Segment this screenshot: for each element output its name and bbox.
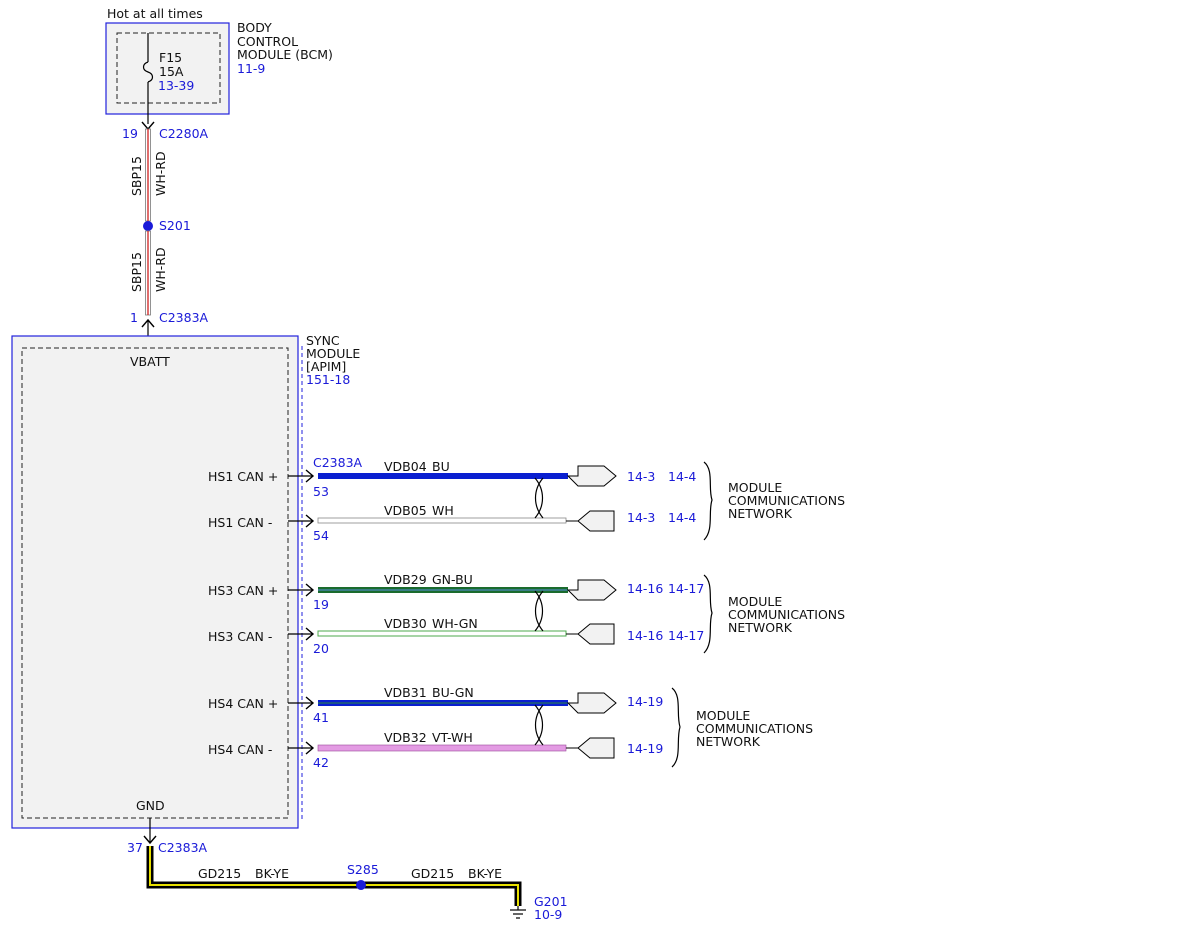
wire-lower-color: WH-RD: [153, 247, 168, 292]
c2383a-top-connector-label: C2383A: [159, 310, 209, 325]
hs3-plus-pin: 19: [313, 597, 329, 612]
hs4-plus-arrow-out: [566, 692, 617, 714]
ground-right-color: BK-YE: [468, 866, 502, 881]
hs1-plus-ref-2: 14-4: [668, 469, 696, 484]
bcm-name-line-3: MODULE (BCM): [237, 47, 333, 62]
fuse-rating: 15A: [159, 64, 184, 79]
c2280a-connector-label: C2280A: [159, 126, 209, 141]
splice-s201-label: S201: [159, 218, 191, 233]
hs1-minus-arrow-in: [566, 510, 615, 532]
splice-s285-dot: [356, 880, 366, 890]
hs1-plus-circuit: VDB04: [384, 459, 427, 474]
bcm-name-line-1: BODY: [237, 20, 272, 35]
hs4-minus-ref-1: 14-19: [627, 741, 663, 756]
hs1-plus-pin: 53: [313, 484, 329, 499]
wire-sbp15-upper: [145, 128, 151, 222]
bcm-ref: 11-9: [237, 61, 265, 76]
hs1-plus-arrow-out: [566, 465, 617, 487]
can-connector-label: C2383A: [313, 455, 363, 470]
c2280a-pin: 19: [122, 126, 138, 141]
hs1-minus-color: WH: [432, 503, 454, 518]
hs3-plus-arrow-out: [566, 579, 617, 601]
splice-s285-label: S285: [347, 862, 379, 877]
wiring-diagram: Hot at all times BODY CONTROL MODULE (BC…: [11, 6, 845, 922]
hs3-minus-color: WH-GN: [432, 616, 478, 631]
hs1-network-brace: [703, 461, 713, 541]
hs3-minus-pin: 20: [313, 641, 329, 656]
can-pair-hs4: HS4 CAN + 41 VDB31 BU-GN 14-19 HS4 CAN -…: [208, 685, 813, 770]
ground-right-circuit: GD215: [411, 866, 454, 881]
hs3-plus-ref-1: 14-16: [627, 581, 663, 596]
ground-pin: 37: [127, 840, 143, 855]
hs3-plus-color: GN-BU: [432, 572, 473, 587]
hs4-minus-circuit: VDB32: [384, 730, 427, 745]
hs3-can-plus-label: HS3 CAN +: [208, 583, 278, 598]
hs3-plus-circuit: VDB29: [384, 572, 427, 587]
fuse-ref: 13-39: [158, 78, 194, 93]
ground-symbol-icon: [510, 906, 526, 919]
hs4-network-line-3: NETWORK: [696, 734, 761, 749]
hs3-plus-ref-2: 14-17: [668, 581, 704, 596]
ground-left-circuit: GD215: [198, 866, 241, 881]
hs4-can-plus-label: HS4 CAN +: [208, 696, 278, 711]
hs4-plus-color: BU-GN: [432, 685, 474, 700]
hs3-minus-circuit: VDB30: [384, 616, 427, 631]
sync-ref: 151-18: [306, 372, 350, 387]
splice-s201-dot: [143, 221, 153, 231]
hs1-can-plus-label: HS1 CAN +: [208, 469, 278, 484]
wire-lower-circuit: SBP15: [129, 252, 144, 292]
ground-ref: 10-9: [534, 907, 562, 922]
wire-sbp15-lower: [145, 230, 151, 316]
wire-upper-circuit: SBP15: [129, 156, 144, 196]
hs1-network-line-3: NETWORK: [728, 506, 793, 521]
hs3-can-minus-label: HS3 CAN -: [208, 629, 272, 644]
hs3-minus-ref-2: 14-17: [668, 628, 704, 643]
hs4-minus-pin: 42: [313, 755, 329, 770]
hs4-network-brace: [671, 687, 681, 768]
hs1-minus-pin: 54: [313, 528, 329, 543]
hs1-plus-color: BU: [432, 459, 450, 474]
ground-connector-label: C2383A: [158, 840, 208, 855]
wire-vdb30: [317, 630, 567, 637]
hs1-twisted-pair-icon: [534, 477, 544, 519]
wire-vdb32: [317, 744, 567, 752]
hs1-can-minus-label: HS1 CAN -: [208, 515, 272, 530]
can-pair-hs3: HS3 CAN + 19 VDB29 GN-BU 14-16 14-17 HS3…: [208, 572, 845, 656]
hs1-minus-circuit: VDB05: [384, 503, 427, 518]
hs4-can-minus-label: HS4 CAN -: [208, 742, 272, 757]
hs3-minus-ref-1: 14-16: [627, 628, 663, 643]
hs1-minus-ref-2: 14-4: [668, 510, 696, 525]
hs3-network-line-3: NETWORK: [728, 620, 793, 635]
hs3-twisted-pair-icon: [534, 590, 544, 632]
wire-vdb05: [317, 517, 567, 524]
can-pair-hs1: HS1 CAN + 53 VDB04 BU 14-3 14-4 HS1 CAN …: [208, 459, 845, 543]
hs4-plus-ref-1: 14-19: [627, 694, 663, 709]
hs3-network-brace: [703, 574, 713, 654]
hs4-minus-color: VT-WH: [432, 730, 473, 745]
c2383a-top-pin: 1: [130, 310, 138, 325]
ground-left-color: BK-YE: [255, 866, 289, 881]
hot-at-all-times-label: Hot at all times: [107, 6, 203, 21]
hs1-plus-ref-1: 14-3: [627, 469, 655, 484]
vbatt-label: VBATT: [130, 354, 170, 369]
gnd-label: GND: [136, 798, 165, 813]
hs4-minus-arrow-in: [566, 737, 615, 759]
hs3-minus-arrow-in: [566, 623, 615, 645]
hs4-plus-circuit: VDB31: [384, 685, 427, 700]
hs4-twisted-pair-icon: [534, 704, 544, 746]
fuse-id: F15: [159, 50, 182, 65]
wire-upper-color: WH-RD: [153, 151, 168, 196]
hs4-plus-pin: 41: [313, 710, 329, 725]
hs1-minus-ref-1: 14-3: [627, 510, 655, 525]
